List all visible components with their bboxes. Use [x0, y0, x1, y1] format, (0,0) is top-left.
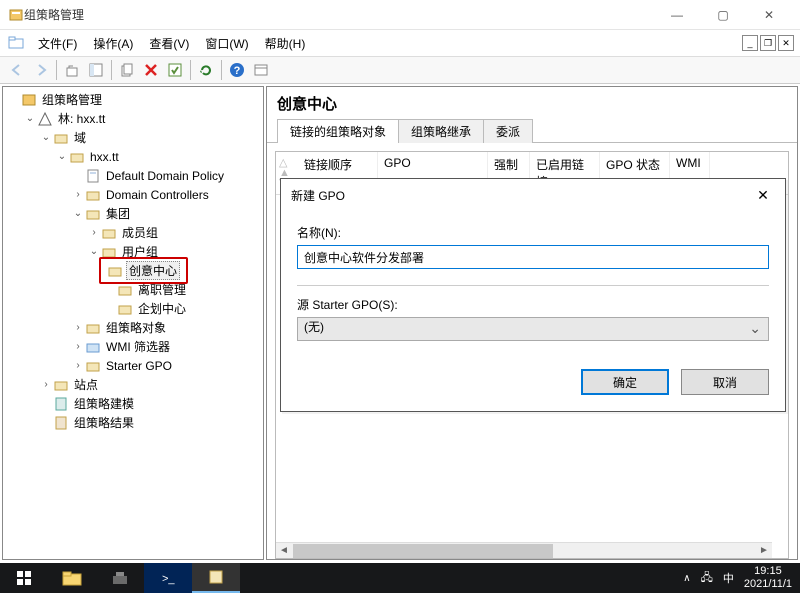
- content-title: 创意中心: [277, 93, 787, 114]
- system-tray: ∧ 🖧 中 19:15 2021/11/1: [683, 565, 800, 591]
- cancel-button[interactable]: 取消: [681, 369, 769, 395]
- tree-pane[interactable]: 组策略管理 ⌄林: hxx.tt ⌄域 ⌄hxx.tt Default Doma…: [2, 86, 264, 560]
- menu-window[interactable]: 窗口(W): [197, 32, 256, 55]
- tree-sites[interactable]: ›站点: [3, 375, 263, 394]
- svg-text:>_: >_: [162, 573, 175, 585]
- tray-ime-indicator[interactable]: 中: [723, 570, 734, 586]
- tree-members[interactable]: ›成员组: [3, 223, 263, 242]
- help-button[interactable]: ?: [226, 59, 248, 81]
- new-gpo-dialog: 新建 GPO ✕ 名称(N): 源 Starter GPO(S): (无) 确定…: [280, 178, 786, 412]
- content-tabs: 链接的组策略对象 组策略继承 委派: [277, 118, 787, 142]
- tray-chevron-icon[interactable]: ∧: [683, 573, 690, 584]
- properties-button[interactable]: [164, 59, 186, 81]
- menu-icon: [8, 35, 24, 51]
- tree-modeling[interactable]: 组策略建模: [3, 394, 263, 413]
- menu-help[interactable]: 帮助(H): [257, 32, 314, 55]
- dialog-close-button[interactable]: ✕: [751, 187, 775, 204]
- close-button[interactable]: ✕: [746, 0, 792, 30]
- delete-button[interactable]: [140, 59, 162, 81]
- tree-creative[interactable]: 创意中心: [3, 261, 263, 280]
- source-label: 源 Starter GPO(S):: [297, 296, 769, 313]
- tab-inheritance[interactable]: 组策略继承: [398, 119, 484, 143]
- tab-delegation[interactable]: 委派: [483, 119, 533, 143]
- task-server-manager[interactable]: [96, 563, 144, 593]
- tree-gpoobj[interactable]: ›组策略对象: [3, 318, 263, 337]
- app-icon: [8, 7, 24, 23]
- tab-linked-gpo[interactable]: 链接的组策略对象: [277, 119, 399, 143]
- minimize-button[interactable]: —: [654, 0, 700, 30]
- options-button[interactable]: [250, 59, 272, 81]
- refresh-button[interactable]: [195, 59, 217, 81]
- tree-starter[interactable]: ›Starter GPO: [3, 356, 263, 375]
- start-button[interactable]: [0, 563, 48, 593]
- mdi-close[interactable]: ✕: [778, 35, 794, 51]
- task-explorer[interactable]: [48, 563, 96, 593]
- horizontal-scrollbar[interactable]: ◄►: [276, 542, 772, 558]
- tree-results[interactable]: 组策略结果: [3, 413, 263, 432]
- tree-ddp[interactable]: Default Domain Policy: [3, 166, 263, 185]
- window-title: 组策略管理: [24, 6, 654, 23]
- window-titlebar: 组策略管理 — ▢ ✕: [0, 0, 800, 30]
- tray-network-icon[interactable]: 🖧: [701, 569, 713, 588]
- ok-button[interactable]: 确定: [581, 369, 669, 395]
- tree-enterprise[interactable]: 企划中心: [3, 299, 263, 318]
- menu-bar: 文件(F) 操作(A) 查看(V) 窗口(W) 帮助(H) _ ❐ ✕: [0, 30, 800, 56]
- tree-domains[interactable]: ⌄域: [3, 128, 263, 147]
- forward-button[interactable]: [30, 59, 52, 81]
- name-input[interactable]: [297, 245, 769, 269]
- tree-dc[interactable]: ›Domain Controllers: [3, 185, 263, 204]
- svg-text:?: ?: [234, 65, 241, 77]
- task-powershell[interactable]: >_: [144, 563, 192, 593]
- dialog-title: 新建 GPO: [291, 187, 751, 204]
- tree-forest[interactable]: ⌄林: hxx.tt: [3, 109, 263, 128]
- task-gpmc[interactable]: [192, 563, 240, 593]
- tree-group[interactable]: ⌄集团: [3, 204, 263, 223]
- name-label: 名称(N):: [297, 224, 769, 241]
- mdi-restore[interactable]: ❐: [760, 35, 776, 51]
- menu-action[interactable]: 操作(A): [85, 32, 141, 55]
- maximize-button[interactable]: ▢: [700, 0, 746, 30]
- menu-view[interactable]: 查看(V): [141, 32, 197, 55]
- tree-root[interactable]: 组策略管理: [3, 90, 263, 109]
- taskbar: >_ ∧ 🖧 中 19:15 2021/11/1: [0, 563, 800, 593]
- up-button[interactable]: [61, 59, 83, 81]
- tree-wmi[interactable]: ›WMI 筛选器: [3, 337, 263, 356]
- mdi-minimize[interactable]: _: [742, 35, 758, 51]
- toolbar: ?: [0, 56, 800, 84]
- tree-domain[interactable]: ⌄hxx.tt: [3, 147, 263, 166]
- copy-button[interactable]: [116, 59, 138, 81]
- back-button[interactable]: [6, 59, 28, 81]
- tray-clock[interactable]: 19:15 2021/11/1: [744, 565, 792, 591]
- source-starter-select[interactable]: (无): [297, 317, 769, 341]
- menu-file[interactable]: 文件(F): [30, 32, 85, 55]
- show-hide-tree-button[interactable]: [85, 59, 107, 81]
